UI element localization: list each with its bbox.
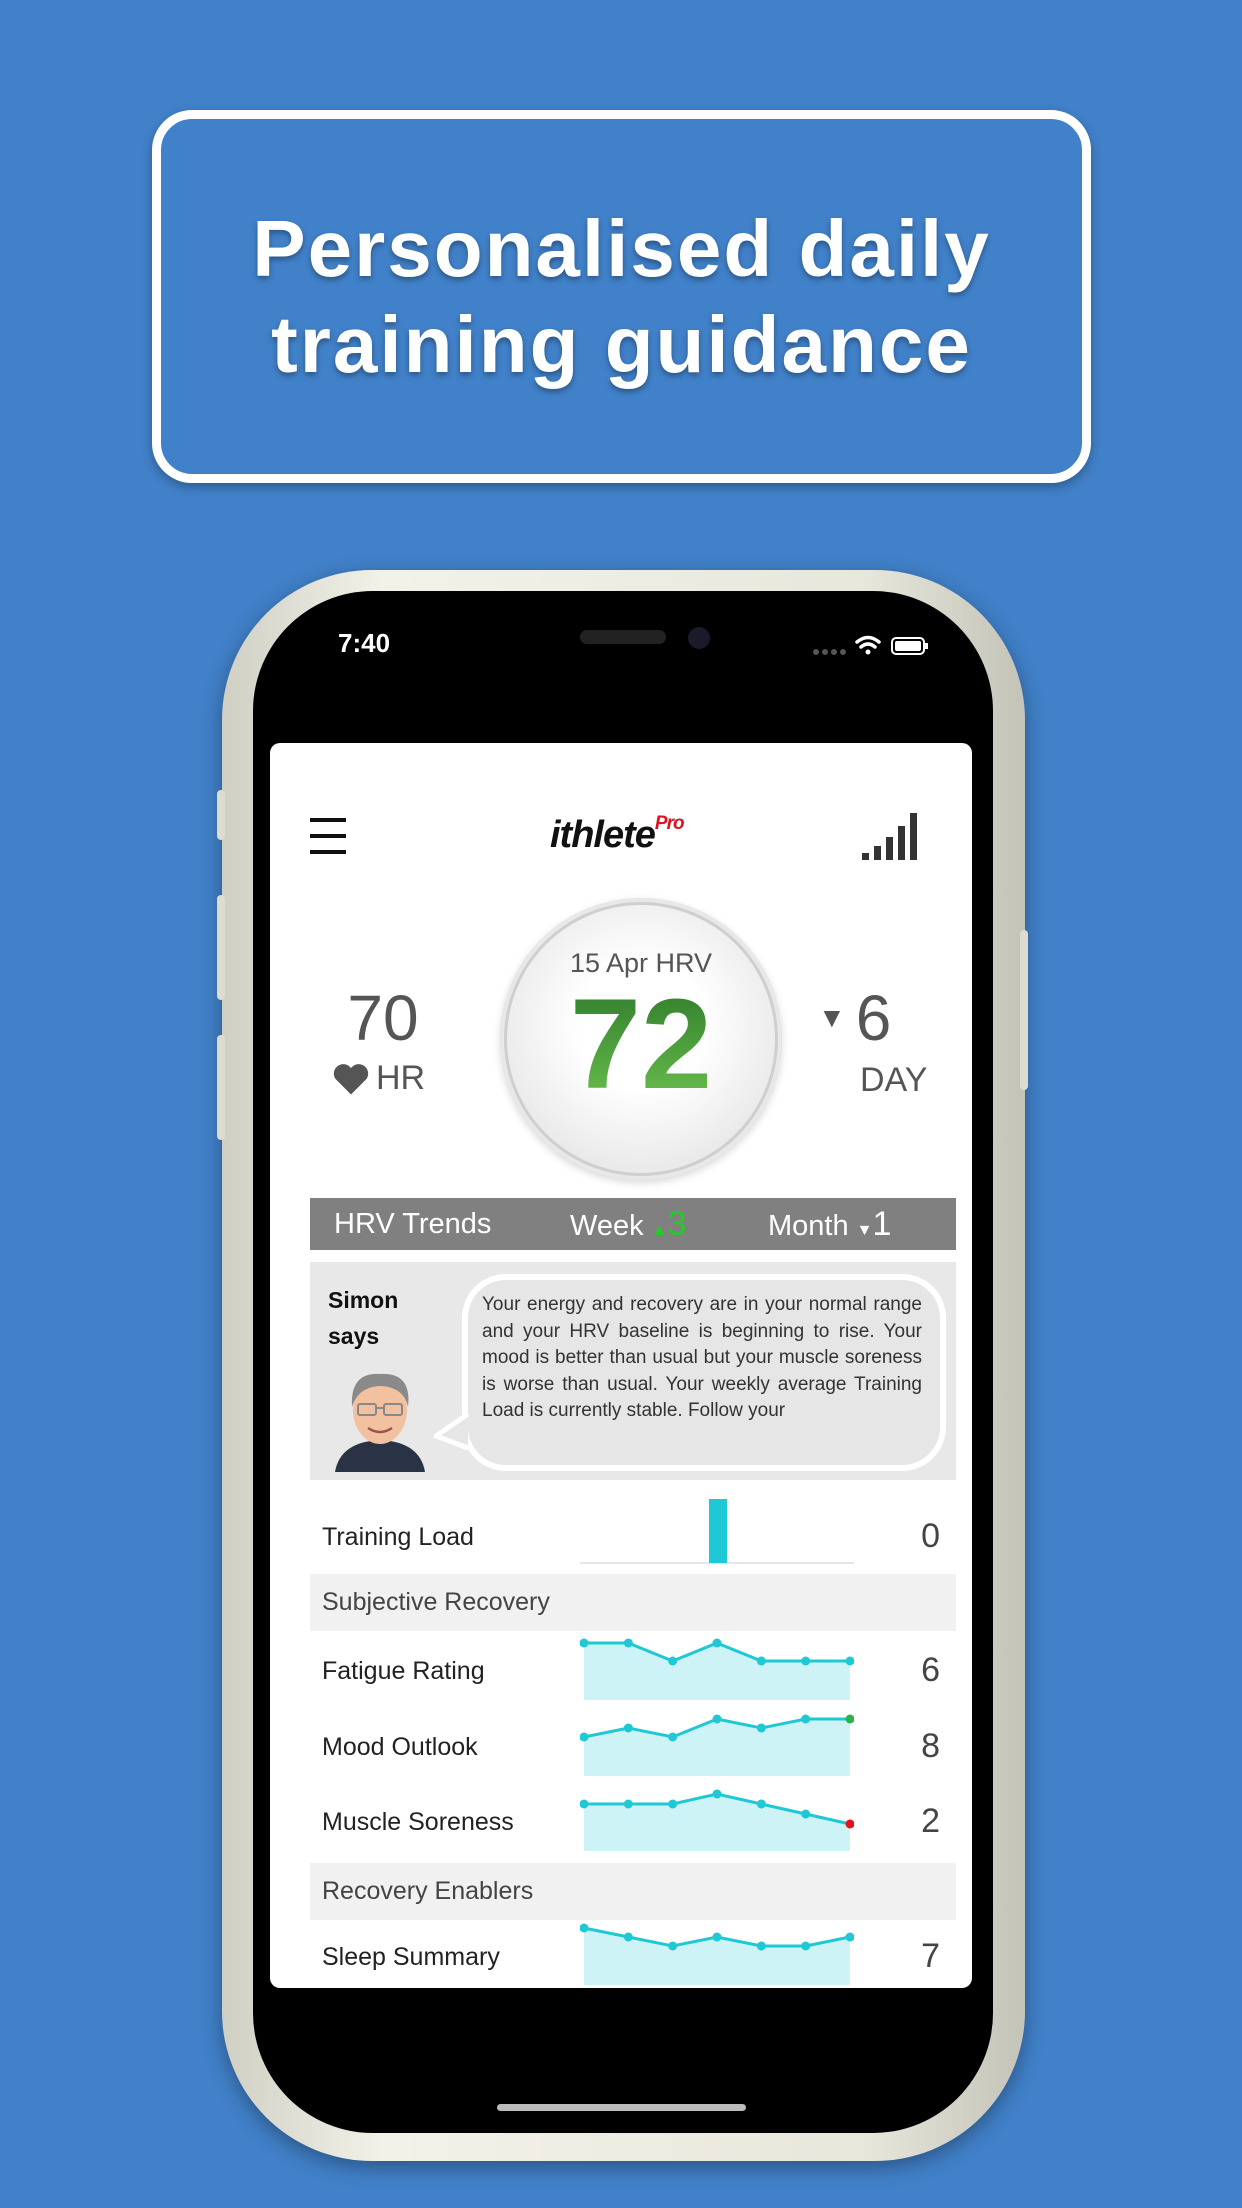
sparkline-point	[756, 1723, 766, 1733]
volume-up-button	[217, 895, 225, 1000]
app-screen: ithletePro 70 HR 15 Apr HRV 72 ▼ 6 DAY H…	[270, 743, 972, 1988]
metric-label: Fatigue Rating	[322, 1657, 485, 1685]
sparkline-point	[756, 1799, 766, 1809]
sparkline-point	[801, 1809, 811, 1819]
sparkline-point	[668, 1732, 678, 1742]
down-triangle-icon: ▼	[818, 1002, 846, 1033]
day-change: ▼ 6	[818, 983, 891, 1053]
signal-strength-icon[interactable]	[862, 813, 918, 861]
banner-line-2: training guidance	[271, 299, 972, 389]
metric-value: 2	[921, 1802, 940, 1840]
simon-message: Your energy and recovery are in your nor…	[482, 1294, 922, 1421]
metric-value: 8	[921, 1727, 940, 1765]
simon-says-panel: Simon says Your energy and recovery are i…	[310, 1262, 956, 1480]
sparkline-point	[623, 1932, 633, 1942]
logo-text: ithlete	[550, 814, 656, 856]
sparkline-point	[801, 1656, 811, 1666]
training-load-bar	[709, 1499, 727, 1563]
status-time: 7:40	[338, 628, 391, 658]
sparkline-point	[668, 1799, 678, 1809]
sparkline-point	[712, 1932, 722, 1942]
simon-title-line1: Simon	[328, 1287, 399, 1313]
hrv-trends-bar[interactable]: HRV Trends Week ▲3 Month ▼1	[310, 1198, 956, 1250]
training-load-chart	[580, 1499, 854, 1564]
sparkline-point	[623, 1638, 633, 1648]
day-value: 6	[855, 982, 892, 1054]
trend-week: Week ▲3	[570, 1205, 686, 1244]
hrv-value: 72	[500, 980, 782, 1110]
sparkline-mood	[580, 1714, 854, 1776]
down-triangle-icon: ▼	[856, 1221, 873, 1239]
sparkline-point	[756, 1656, 766, 1666]
mute-switch	[217, 790, 225, 840]
simon-title-line2: says	[328, 1323, 380, 1349]
sparkline-point	[712, 1638, 722, 1648]
metric-value: 6	[921, 1651, 940, 1689]
hrv-dial[interactable]: 15 Apr HRV 72	[500, 898, 782, 1180]
sparkline-point	[623, 1799, 633, 1809]
sparkline-point	[712, 1714, 722, 1724]
training-load-label: Training Load	[322, 1523, 474, 1551]
sparkline-area	[584, 1643, 850, 1700]
up-triangle-icon: ▲	[651, 1221, 668, 1239]
bubble-tail	[434, 1412, 470, 1451]
simon-message-bubble[interactable]: Your energy and recovery are in your nor…	[462, 1274, 946, 1471]
month-value: 1	[872, 1204, 892, 1243]
sparkline-point	[623, 1723, 633, 1733]
sparkline-soreness	[580, 1789, 854, 1851]
front-camera	[688, 627, 710, 649]
metric-value: 7	[921, 1937, 940, 1975]
sparkline-point	[801, 1941, 811, 1951]
sparkline-point	[712, 1789, 722, 1799]
app-logo: ithletePro	[550, 813, 685, 857]
training-load-value: 0	[921, 1517, 940, 1555]
speaker-grille	[580, 630, 666, 644]
power-button	[1020, 930, 1028, 1090]
simon-title: Simon says	[328, 1282, 398, 1354]
day-label: DAY	[860, 1061, 928, 1099]
status-icons	[813, 635, 928, 655]
section-recovery-enablers: Recovery Enablers	[310, 1863, 956, 1920]
trend-month: Month ▼1	[768, 1205, 891, 1244]
trends-title: HRV Trends	[334, 1207, 492, 1240]
banner-line-1: Personalised daily	[252, 203, 991, 293]
week-value: 3	[667, 1204, 687, 1243]
section-subjective-recovery: Subjective Recovery	[310, 1574, 956, 1631]
metric-label: Mood Outlook	[322, 1733, 478, 1761]
week-label: Week	[570, 1209, 644, 1242]
month-label: Month	[768, 1209, 849, 1242]
heart-icon	[333, 1063, 369, 1094]
simon-avatar	[335, 1373, 425, 1472]
sparkline-point	[756, 1941, 766, 1951]
wifi-icon	[855, 635, 881, 655]
sparkline-sleep	[580, 1923, 854, 1985]
hamburger-menu-icon[interactable]	[310, 816, 348, 856]
signal-dots-icon	[813, 649, 846, 655]
sparkline-point	[668, 1656, 678, 1666]
battery-icon	[891, 637, 928, 655]
hr-value: 70	[347, 982, 419, 1054]
hr-label: HR	[332, 1059, 425, 1098]
sparkline-point	[668, 1941, 678, 1951]
sparkline-point	[801, 1714, 811, 1724]
metric-label: Muscle Soreness	[322, 1808, 514, 1836]
home-indicator[interactable]	[497, 2104, 746, 2111]
logo-pro-badge: Pro	[654, 813, 685, 834]
hr-label-text: HR	[376, 1059, 426, 1097]
volume-down-button	[217, 1035, 225, 1140]
sparkline-fatigue	[580, 1638, 854, 1700]
promo-banner: Personalised daily training guidance	[152, 110, 1091, 483]
metric-label: Sleep Summary	[322, 1943, 500, 1971]
